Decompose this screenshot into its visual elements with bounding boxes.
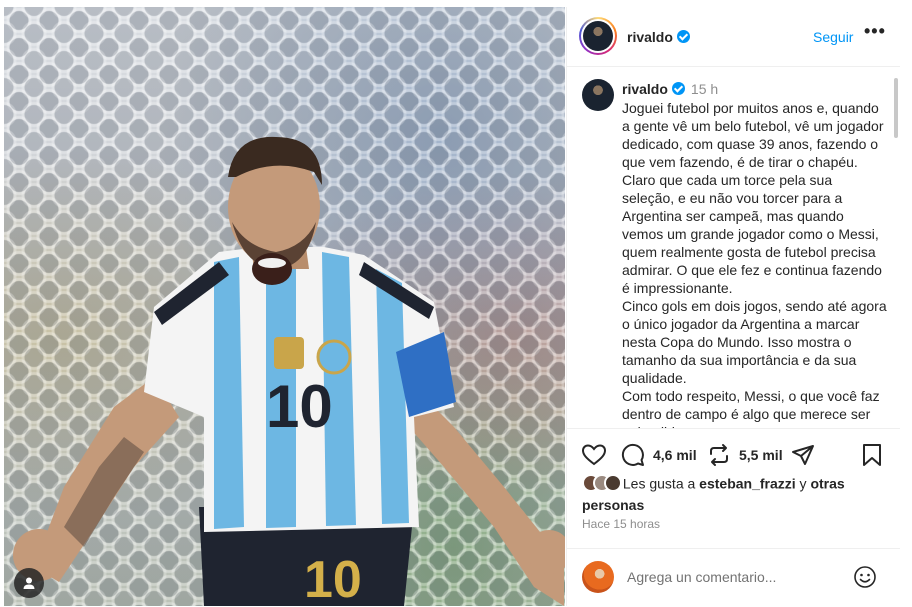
- caption-timestamp[interactable]: 15 h: [691, 81, 718, 97]
- repost-button[interactable]: 5,5 mil: [707, 443, 783, 467]
- comment-bubble-icon: [621, 443, 644, 466]
- follow-button[interactable]: Seguir: [813, 29, 853, 45]
- caption-scrollbar[interactable]: [894, 78, 898, 138]
- author-username: rivaldo: [627, 29, 673, 45]
- caption-section: rivaldo 15 h Joguei futebol por muitos an…: [567, 68, 900, 428]
- caption-paragraph: Claro que cada um torce pela sua seleção…: [622, 172, 882, 296]
- more-options-button[interactable]: •••: [864, 21, 886, 42]
- post-image[interactable]: 10 10: [4, 7, 565, 606]
- bookmark-icon: [863, 444, 881, 466]
- current-user-avatar: [582, 561, 614, 593]
- reposts-count: 5,5 mil: [739, 447, 783, 463]
- save-button[interactable]: [861, 443, 883, 467]
- jersey-number: 10: [266, 373, 333, 440]
- comment-composer: [567, 548, 900, 606]
- likes-prefix: Les gusta a: [622, 475, 696, 492]
- caption-paragraph: Joguei futebol por muitos anos e, quando…: [622, 100, 884, 170]
- celebrating-player-illustration: 10 10: [13, 136, 565, 606]
- caption-paragraph: Com todo respeito, Messi, o que você faz…: [622, 388, 880, 428]
- caption-text: Joguei futebol por muitos anos e, quando…: [622, 99, 887, 428]
- caption-author-avatar[interactable]: [582, 79, 614, 111]
- likes-user-link[interactable]: esteban_frazzi: [699, 476, 795, 492]
- liker-avatars[interactable]: [582, 474, 622, 496]
- repost-icon: [710, 444, 728, 466]
- author-avatar[interactable]: [579, 17, 617, 55]
- share-button[interactable]: [791, 443, 815, 467]
- likes-suffix: y: [799, 475, 807, 492]
- verified-badge-icon: [671, 82, 685, 95]
- comments-count: 4,6 mil: [653, 447, 697, 463]
- tagged-users-button[interactable]: [14, 568, 44, 598]
- user-tag-icon: [23, 577, 35, 589]
- send-icon: [792, 445, 814, 465]
- emoji-button[interactable]: [853, 565, 877, 592]
- post-side-panel: rivaldo Seguir ••• rivaldo 15 h Joguei fu…: [566, 7, 900, 606]
- smiley-icon: [854, 566, 876, 588]
- comment-button[interactable]: 4,6 mil: [621, 443, 697, 467]
- verified-badge-icon: [676, 30, 690, 43]
- heart-icon: [581, 444, 607, 466]
- caption-paragraph: Cinco gols em dois jogos, sendo até agor…: [622, 298, 887, 386]
- caption-username[interactable]: rivaldo: [622, 81, 668, 97]
- post-timestamp[interactable]: Hace 15 horas: [582, 517, 660, 531]
- likes-summary: Les gusta a esteban_frazzi y otras perso…: [582, 474, 882, 514]
- author-username-link[interactable]: rivaldo: [627, 29, 690, 45]
- comment-input[interactable]: [627, 569, 847, 585]
- post-header: rivaldo Seguir •••: [567, 7, 900, 67]
- shorts-number: 10: [304, 551, 362, 606]
- caption-header: rivaldo 15 h: [622, 81, 718, 97]
- like-button[interactable]: [581, 443, 607, 467]
